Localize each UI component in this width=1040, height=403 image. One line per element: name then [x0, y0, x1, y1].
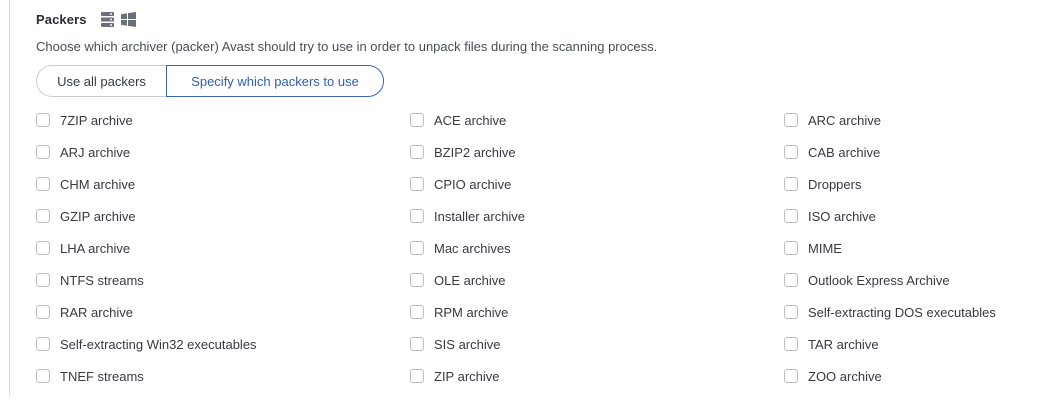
packer-option[interactable]: TAR archive	[784, 328, 1036, 360]
packer-option[interactable]: ZIP archive	[410, 360, 784, 392]
packer-option[interactable]: Installer archive	[410, 200, 784, 232]
packer-label: Mac archives	[434, 240, 511, 256]
packer-checkbox[interactable]	[36, 113, 50, 127]
packer-checkbox[interactable]	[36, 177, 50, 191]
packer-option[interactable]: ZOO archive	[784, 360, 1036, 392]
packer-label: NTFS streams	[60, 272, 144, 288]
packer-label: ARJ archive	[60, 144, 131, 160]
section-header: Packers	[36, 9, 137, 29]
packer-option[interactable]: Droppers	[784, 168, 1036, 200]
packer-option[interactable]: TNEF streams	[36, 360, 410, 392]
packer-label: TNEF streams	[60, 368, 144, 384]
packer-checkbox[interactable]	[36, 145, 50, 159]
packer-option[interactable]: ARC archive	[784, 104, 1036, 136]
packer-label: Droppers	[808, 176, 862, 192]
packer-checkbox[interactable]	[784, 337, 798, 351]
packer-option[interactable]: SIS archive	[410, 328, 784, 360]
packer-checkbox[interactable]	[784, 113, 798, 127]
packer-option[interactable]: MIME	[784, 232, 1036, 264]
packer-label: GZIP archive	[60, 208, 136, 224]
packer-checkbox[interactable]	[784, 241, 798, 255]
section-divider	[9, 0, 10, 395]
packer-label: Installer archive	[434, 208, 526, 224]
packer-option[interactable]: NTFS streams	[36, 264, 410, 296]
section-description: Choose which archiver (packer) Avast sho…	[36, 39, 658, 54]
packer-option[interactable]: ISO archive	[784, 200, 1036, 232]
packer-checkbox[interactable]	[784, 273, 798, 287]
packer-label: Self-extracting Win32 executables	[60, 336, 257, 352]
packer-label: SIS archive	[434, 336, 501, 352]
packer-checkbox[interactable]	[410, 113, 424, 127]
specify-packers-button[interactable]: Specify which packers to use	[166, 65, 384, 97]
packer-checkbox[interactable]	[784, 145, 798, 159]
packer-option[interactable]: Outlook Express Archive	[784, 264, 1036, 296]
section-title: Packers	[36, 11, 87, 27]
packer-label: TAR archive	[808, 336, 879, 352]
packer-label: MIME	[808, 240, 842, 256]
packer-label: Outlook Express Archive	[808, 272, 950, 288]
packer-label: CPIO archive	[434, 176, 512, 192]
packer-option[interactable]: CPIO archive	[410, 168, 784, 200]
packer-checkbox[interactable]	[410, 337, 424, 351]
packer-option[interactable]: RPM archive	[410, 296, 784, 328]
packer-label: 7ZIP archive	[60, 112, 133, 128]
packer-checkbox[interactable]	[36, 273, 50, 287]
packer-checkbox[interactable]	[784, 305, 798, 319]
server-icon	[99, 11, 116, 28]
packer-label: BZIP2 archive	[434, 144, 516, 160]
packer-label: CHM archive	[60, 176, 136, 192]
packer-checkbox[interactable]	[410, 241, 424, 255]
packer-option[interactable]: ARJ archive	[36, 136, 410, 168]
packer-label: ZOO archive	[808, 368, 882, 384]
packer-label: ACE archive	[434, 112, 507, 128]
packer-option[interactable]: ACE archive	[410, 104, 784, 136]
packer-label: OLE archive	[434, 272, 506, 288]
use-all-packers-button[interactable]: Use all packers	[36, 65, 166, 97]
packer-option[interactable]: CHM archive	[36, 168, 410, 200]
packer-label: RPM archive	[434, 304, 509, 320]
packer-label: ZIP archive	[434, 368, 500, 384]
packer-option[interactable]: Self-extracting Win32 executables	[36, 328, 410, 360]
packer-checkbox[interactable]	[410, 273, 424, 287]
packer-label: ISO archive	[808, 208, 876, 224]
packer-checkbox[interactable]	[36, 241, 50, 255]
packer-checkbox[interactable]	[410, 145, 424, 159]
packer-option[interactable]: RAR archive	[36, 296, 410, 328]
packer-mode-toggle: Use all packers Specify which packers to…	[36, 65, 384, 97]
packer-checkbox[interactable]	[410, 305, 424, 319]
packer-option[interactable]: BZIP2 archive	[410, 136, 784, 168]
packer-checkbox[interactable]	[784, 209, 798, 223]
packer-label: LHA archive	[60, 240, 131, 256]
packer-option[interactable]: 7ZIP archive	[36, 104, 410, 136]
packer-checkbox[interactable]	[36, 209, 50, 223]
packer-checkbox-list: 7ZIP archive ACE archive ARC archive ARJ ar…	[36, 104, 1036, 392]
packer-option[interactable]: OLE archive	[410, 264, 784, 296]
packer-checkbox[interactable]	[410, 177, 424, 191]
windows-icon	[120, 11, 137, 28]
packer-checkbox[interactable]	[410, 209, 424, 223]
packer-option[interactable]: CAB archive	[784, 136, 1036, 168]
packer-label: RAR archive	[60, 304, 133, 320]
packer-option[interactable]: LHA archive	[36, 232, 410, 264]
packer-checkbox[interactable]	[784, 369, 798, 383]
packer-label: CAB archive	[808, 144, 881, 160]
packer-checkbox[interactable]	[784, 177, 798, 191]
packer-checkbox[interactable]	[36, 337, 50, 351]
packer-checkbox[interactable]	[36, 305, 50, 319]
packer-option[interactable]: Self-extracting DOS executables	[784, 296, 1036, 328]
packer-label: Self-extracting DOS executables	[808, 304, 996, 320]
packers-settings-panel: Packers Choose which archiver (packer) A…	[0, 0, 1040, 403]
packer-option[interactable]: Mac archives	[410, 232, 784, 264]
packer-checkbox[interactable]	[410, 369, 424, 383]
packer-label: ARC archive	[808, 112, 881, 128]
packer-option[interactable]: GZIP archive	[36, 200, 410, 232]
packer-checkbox[interactable]	[36, 369, 50, 383]
